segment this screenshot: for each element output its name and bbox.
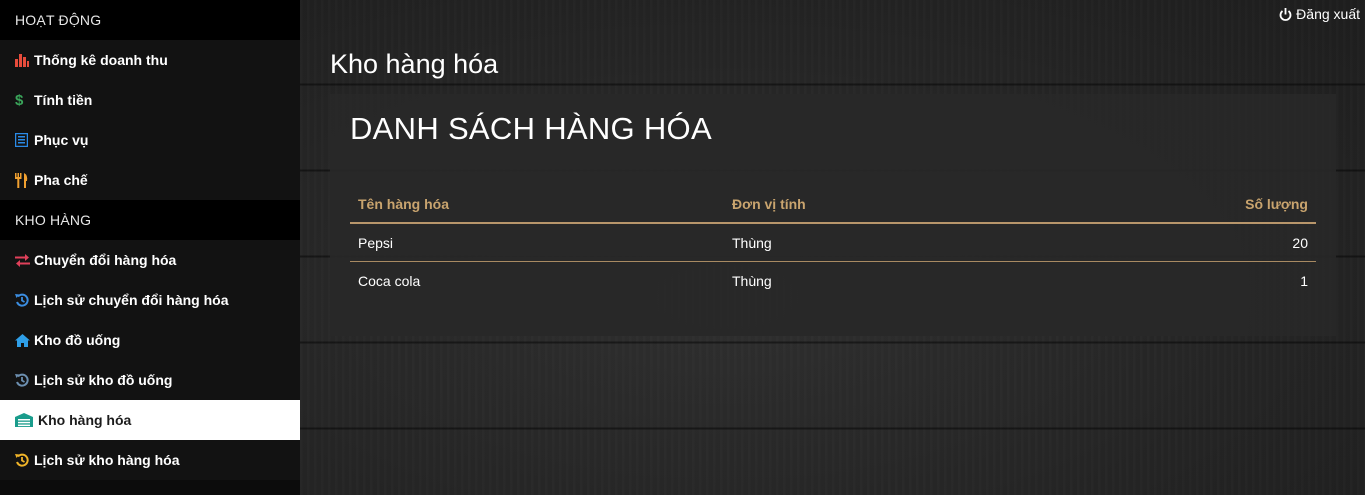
sidebar-item-chuyen-doi-hang-hoa[interactable]: Chuyển đổi hàng hóa [0, 240, 300, 280]
dollar-icon: $ [15, 91, 24, 109]
power-icon [1279, 7, 1292, 21]
table-header-row: Tên hàng hóa Đơn vị tính Số lượng [350, 185, 1316, 224]
inventory-table: Tên hàng hóa Đơn vị tính Số lượng Pepsi … [350, 185, 1316, 299]
section-header-hoat-dong: HOẠT ĐỘNG [0, 0, 300, 40]
sidebar-item-label: Lịch sử kho đồ uống [34, 372, 173, 388]
cell-name: Coca cola [350, 261, 724, 299]
cell-unit: Thùng [724, 261, 1098, 299]
sidebar-item-kho-hang-hoa[interactable]: Kho hàng hóa [0, 400, 300, 440]
sidebar-item-lich-su-chuyen-doi[interactable]: Lịch sử chuyển đổi hàng hóa [0, 280, 300, 320]
column-header-quantity[interactable]: Số lượng [1098, 185, 1316, 224]
sidebar-item-label: Pha chế [34, 172, 88, 188]
panel-title: DANH SÁCH HÀNG HÓA [350, 111, 712, 146]
sidebar-item-pha-che[interactable]: Pha chế [0, 160, 300, 200]
sidebar-item-lich-su-kho-do-uong[interactable]: Lịch sử kho đồ uống [0, 360, 300, 400]
sidebar-item-label: Lịch sử kho hàng hóa [34, 452, 180, 468]
sidebar-item-tinh-tien[interactable]: $ Tính tiền [0, 80, 300, 120]
sidebar-item-label: Lịch sử chuyển đổi hàng hóa [34, 292, 229, 308]
warehouse-icon [15, 412, 37, 428]
exchange-icon [15, 252, 33, 268]
history-icon [15, 452, 33, 468]
list-icon [15, 132, 33, 148]
sidebar-item-thong-ke-doanh-thu[interactable]: Thống kê doanh thu [0, 40, 300, 80]
page-title: Kho hàng hóa [330, 49, 499, 79]
logout-label: Đăng xuất [1296, 6, 1360, 22]
cell-name: Pepsi [358, 234, 394, 251]
sidebar-item-label: Kho hàng hóa [38, 412, 132, 428]
sidebar-item-lich-su-kho-hang-hoa[interactable]: Lịch sử kho hàng hóa [0, 440, 300, 480]
inventory-panel: DANH SÁCH HÀNG HÓA Tên hàng hóa Đơn vị t… [330, 94, 1336, 336]
home-icon [15, 332, 33, 348]
section-header-kho-hang: KHO HÀNG [0, 200, 300, 240]
column-header-name[interactable]: Tên hàng hóa [350, 185, 724, 224]
history-icon [15, 372, 33, 388]
sidebar-item-label: Phục vụ [34, 132, 89, 148]
logout-link[interactable]: Đăng xuất [1279, 6, 1360, 22]
sidebar: HOẠT ĐỘNG Thống kê doanh thu $ Tính tiền… [0, 0, 300, 495]
sidebar-item-kho-do-uong[interactable]: Kho đồ uống [0, 320, 300, 360]
main-content: Đăng xuất Kho hàng hóa DANH SÁCH HÀNG HÓ… [300, 0, 1365, 495]
cutlery-icon [15, 172, 33, 188]
table-row[interactable]: Pepsi Thùng 20 [350, 223, 1316, 262]
bar-chart-icon [15, 52, 33, 68]
sidebar-item-phuc-vu[interactable]: Phục vụ [0, 120, 300, 160]
sidebar-item-label: Tính tiền [34, 92, 93, 108]
sidebar-item-label: Chuyển đổi hàng hóa [34, 252, 177, 268]
sidebar-item-label: Kho đồ uống [34, 332, 121, 348]
table-row[interactable]: Coca cola Thùng 1 [350, 261, 1316, 299]
sidebar-item-label: Thống kê doanh thu [34, 52, 168, 68]
app-window: HOẠT ĐỘNG Thống kê doanh thu $ Tính tiền… [0, 0, 1365, 495]
cell-quantity: 20 [1292, 234, 1308, 251]
history-icon [15, 292, 33, 308]
cell-quantity: 1 [1098, 261, 1316, 299]
cell-unit: Thùng [732, 234, 772, 251]
column-header-unit[interactable]: Đơn vị tính [724, 185, 1098, 224]
